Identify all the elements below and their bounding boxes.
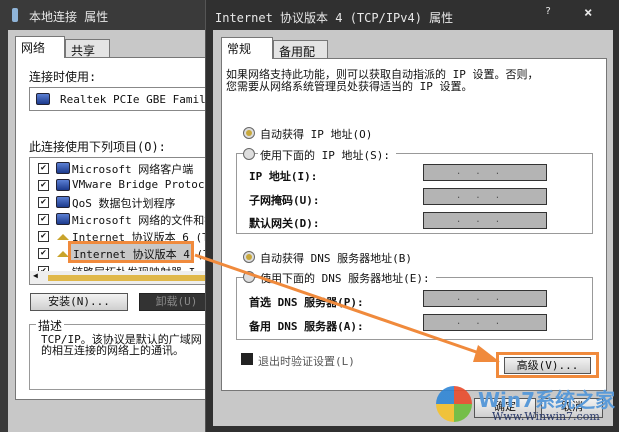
watermark-brand: Win7系统之家 bbox=[478, 388, 616, 412]
windows-logo bbox=[436, 386, 472, 422]
tab-network[interactable]: 网络 bbox=[15, 36, 65, 58]
watermark: Win7系统之家 Www.Winwin7.com bbox=[430, 378, 619, 432]
watermark-url: Www.Winwin7.com bbox=[492, 410, 600, 423]
tab-general[interactable]: 常规 bbox=[221, 37, 273, 59]
annotation-arrow bbox=[194, 253, 500, 362]
